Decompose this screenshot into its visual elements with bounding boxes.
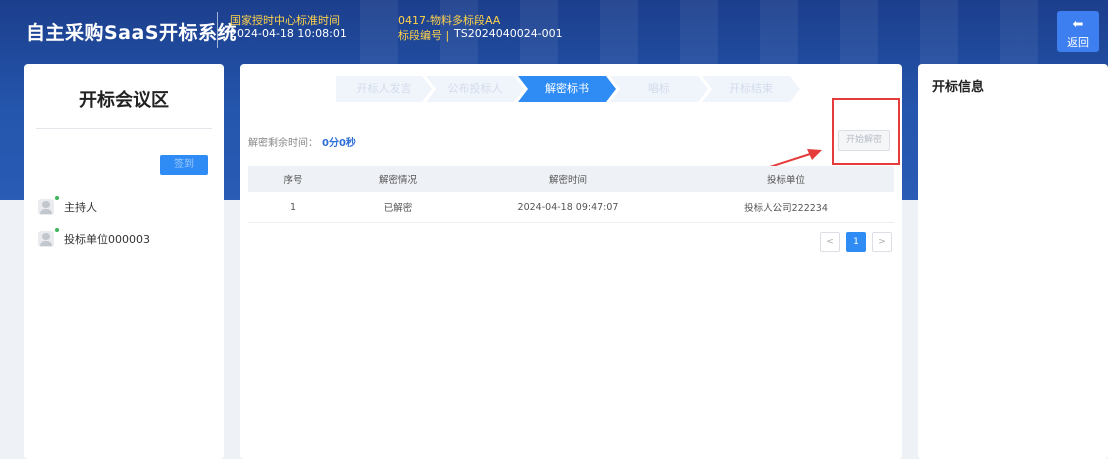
bid-info-title: 开标信息 [932, 80, 985, 95]
bid-info-panel: 开标信息 [918, 64, 1108, 459]
sign-in-button[interactable]: 签到 [160, 155, 208, 175]
arrow-left-icon: ⬅ [1072, 17, 1084, 32]
step-finish[interactable]: 开标结束 [702, 76, 800, 102]
decrypt-panel: 开标人发言 公布投标人 解密标书 唱标 开标结束 解密剩余时间： 0分0秒 开始解… [240, 64, 902, 459]
step-speaker[interactable]: 开标人发言 [336, 76, 432, 102]
column-header: 解密情况 [378, 175, 417, 186]
decrypt-table: 序号 解密情况 解密时间 投标单位 1 已解密 2024-04-18 09:47… [248, 166, 894, 223]
remaining-time-value: 0分0秒 [322, 138, 356, 149]
back-button[interactable]: ⬅ 返回 [1057, 11, 1099, 52]
online-dot [55, 228, 59, 232]
app-title: 自主采购SaaS开标系统 [26, 22, 238, 44]
meeting-panel: 开标会议区 签到 主持人 投标单位000003 [24, 64, 224, 459]
project-name: 0417-物料多标段AA [398, 14, 501, 27]
page-1-button[interactable]: 1 [846, 232, 866, 252]
participant-bidder[interactable]: 投标单位000003 [38, 228, 150, 248]
participant-name: 投标单位000003 [64, 233, 150, 246]
back-label: 返回 [1067, 36, 1089, 49]
remaining-time: 解密剩余时间： 0分0秒 [248, 134, 356, 149]
step-publish-bidders[interactable]: 公布投标人 [426, 76, 524, 102]
table-header: 序号 解密情况 解密时间 投标单位 [248, 166, 894, 192]
table-cell: 已解密 [383, 203, 413, 214]
column-header: 解密时间 [548, 175, 587, 186]
avatar-icon [38, 196, 59, 215]
online-dot [55, 196, 59, 200]
header-divider [217, 12, 218, 48]
meeting-title: 开标会议区 [79, 90, 169, 111]
time-label: 国家授时中心标准时间 [230, 14, 340, 27]
time-value: 2024-04-18 10:08:01 [230, 27, 347, 40]
table-cell: 1 [289, 201, 297, 213]
table-cell: 2024-04-18 09:47:07 [517, 201, 619, 213]
step-read-bids[interactable]: 唱标 [610, 76, 708, 102]
next-page-button[interactable]: > [872, 232, 892, 252]
table-row[interactable]: 1 已解密 2024-04-18 09:47:07 投标人公司222234 [248, 192, 894, 223]
column-header: 投标单位 [766, 175, 805, 186]
remaining-time-label: 解密剩余时间： [248, 138, 318, 149]
pagination: < 1 > [820, 232, 892, 252]
table-cell: 投标人公司222234 [744, 203, 828, 214]
process-steps: 开标人发言 公布投标人 解密标书 唱标 开标结束 [336, 76, 816, 102]
column-header: 序号 [283, 175, 303, 186]
avatar-icon [38, 228, 59, 247]
bid-code-label: 标段编号 | [398, 29, 450, 42]
prev-page-button[interactable]: < [820, 232, 840, 252]
bid-code-value: TS2024040024-001 [454, 27, 563, 40]
step-decrypt[interactable]: 解密标书 [518, 76, 616, 102]
start-decrypt-button[interactable]: 开始解密 [838, 130, 890, 151]
meeting-divider [36, 128, 212, 129]
participant-name: 主持人 [64, 201, 97, 214]
participant-host[interactable]: 主持人 [38, 196, 97, 216]
